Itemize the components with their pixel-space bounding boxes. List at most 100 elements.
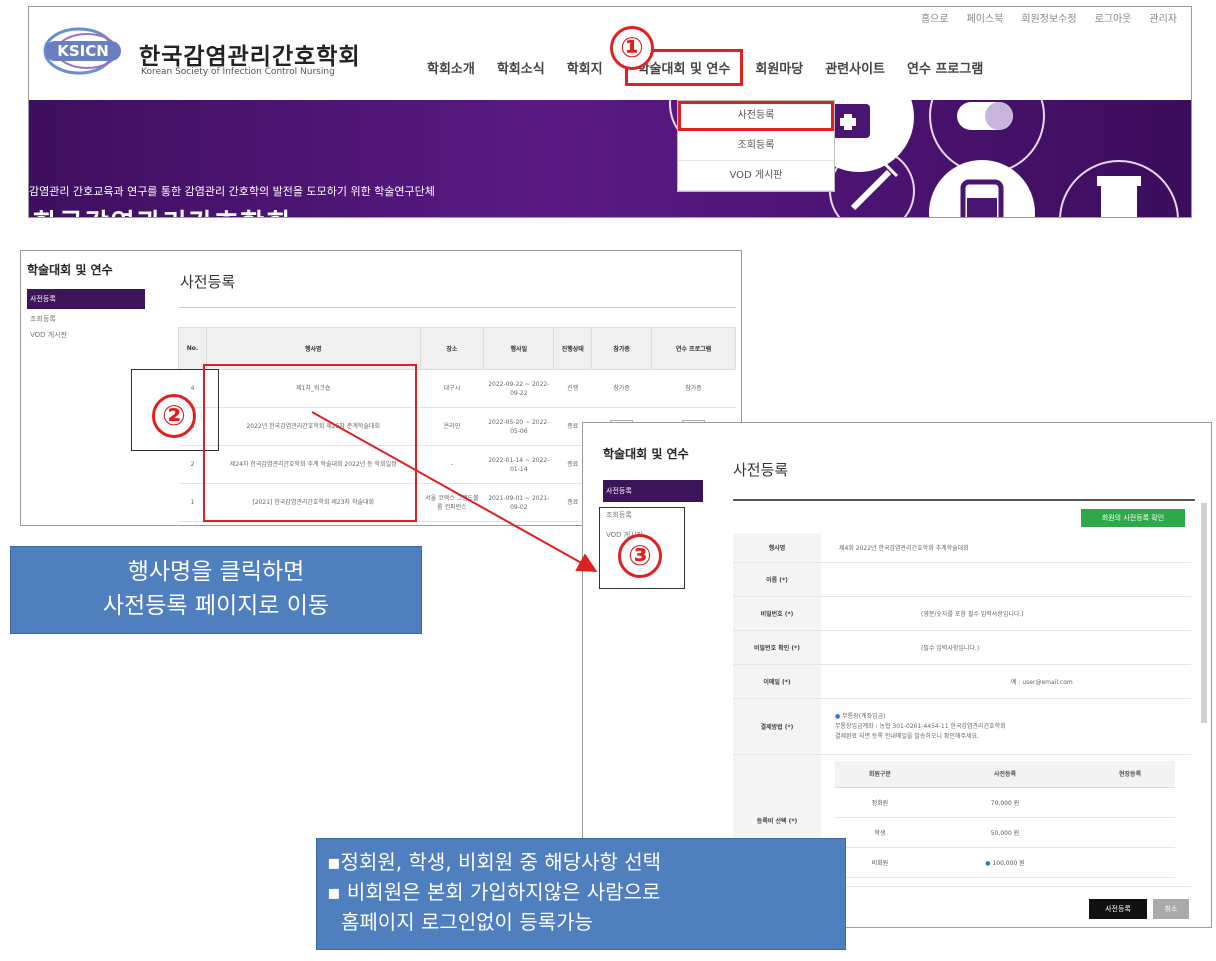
form-row-password-confirm: 비밀번호 확인 (*) (필수 입력사항입니다.) <box>733 631 1191 665</box>
row-program[interactable]: 참가증 <box>651 369 736 408</box>
fee-pre[interactable]: 70,000 원 <box>924 787 1086 818</box>
nav-news[interactable]: 학회소식 <box>497 58 545 77</box>
instruction-callout-2: ▪정회원, 학생, 비회원 중 해당사항 선택 ▪ 비회원은 본회 가입하지않은… <box>316 838 846 950</box>
field-label: 비밀번호 확인 (*) <box>733 631 821 664</box>
form-row-payment: 결제방법 (*) ● 무통장(계좌입금) 무통장입금계좌 : 농협 301-02… <box>733 699 1191 755</box>
step-3-marker: ③ <box>618 534 662 578</box>
dropdown-pre-registration[interactable]: 사전등록 <box>678 101 834 131</box>
cancel-button[interactable]: 취소 <box>1153 899 1189 919</box>
row-status: 진행 <box>553 369 592 408</box>
row-date: 2022-09-22 ~ 2022-09-22 <box>483 369 554 408</box>
callout-line: 행사명을 클릭하면 <box>127 559 305 585</box>
row-date: 2021-09-01 ~ 2021-09-02 <box>483 483 554 522</box>
site-name[interactable]: 한국감염관리간호학회 <box>139 37 361 71</box>
fee-type: 학생 <box>835 817 925 848</box>
fee-row[interactable]: 비회원 ● 100,000 원 <box>835 847 1175 878</box>
medicine-bottle-icon <box>1059 160 1179 217</box>
nav-related-sites[interactable]: 관련사이트 <box>825 58 885 77</box>
sidebar-item-vod[interactable]: VOD 게시판 <box>27 329 145 341</box>
fee-onsite <box>1085 787 1175 818</box>
site-name-en: Korean Society of Infection Control Nurs… <box>141 67 335 77</box>
field-label: 이메일 (*) <box>733 665 821 698</box>
utility-links: 홈으로 페이스북 회원정보수정 로그아웃 관리자 <box>921 10 1177 25</box>
row-place: 서울 코엑스 그랜드볼룸 컨퍼런스 <box>420 483 484 522</box>
fee-type: 비회원 <box>835 847 925 878</box>
event-name-highlight <box>203 364 417 522</box>
form-row-email: 이메일 (*) 예 : user@email.com <box>733 665 1191 699</box>
sidebar-title: 학술대회 및 연수 <box>27 263 113 277</box>
callout-line: ▪ 비회원은 본회 가입하지않은 사람으로 <box>327 880 661 904</box>
nav-training-program[interactable]: 연수 프로그램 <box>907 58 983 77</box>
col-program: 연수 프로그램 <box>651 327 736 370</box>
email-input[interactable]: 예 : user@email.com <box>821 665 1191 698</box>
callout-line: 사전등록 페이지로 이동 <box>102 593 330 619</box>
nav-about[interactable]: 학회소개 <box>427 58 475 77</box>
fee-onsite <box>1085 847 1175 878</box>
callout-line: 홈페이지 로그인없이 등록가능 <box>341 910 593 934</box>
hero-title: 한국감염관리간호학회 <box>33 203 292 217</box>
fee-row[interactable]: 정회원 70,000 원 <box>835 787 1175 818</box>
ksicn-logo[interactable]: KSICN <box>37 23 129 79</box>
nav-journal[interactable]: 학회지 <box>567 58 603 77</box>
page-title: 사전등록 <box>180 273 236 291</box>
iv-bag-icon <box>929 160 1035 217</box>
col-date: 행사일 <box>483 327 555 370</box>
sidebar-menu: 사전등록 조회등록 VOD 게시판 <box>27 289 145 345</box>
fee-row[interactable]: 학생 50,000 원 <box>835 817 1175 848</box>
fee-col-onsite: 현장등록 <box>1085 761 1175 788</box>
fee-pre[interactable]: 50,000 원 <box>924 817 1086 848</box>
sidebar-item-lookup[interactable]: 조회등록 <box>27 313 145 325</box>
instruction-callout-1: 행사명을 클릭하면 사전등록 페이지로 이동 <box>10 546 422 634</box>
main-navigation: 학회소개 학회소식 학회지 학술대회 및 연수 회원마당 관련사이트 연수 프로… <box>427 49 1005 86</box>
name-input[interactable] <box>821 563 1191 596</box>
check-registration-button[interactable]: 회원의 사전등록 확인 <box>1081 509 1185 527</box>
form-row-password: 비밀번호 (*) (영문/숫자를 포함 필수 입력사항입니다.) <box>733 597 1191 631</box>
site-header-screenshot: 홈으로 페이스북 회원정보수정 로그아웃 관리자 KSICN 한국감염관리간호학… <box>28 6 1192 218</box>
edit-profile-link[interactable]: 회원정보수정 <box>1021 10 1076 25</box>
payment-note: 무통장입금계좌 : 농협 301-0201-4454-11 한국감염관리간호학회 <box>835 722 1006 730</box>
field-label: 행사명 <box>733 533 821 562</box>
sidebar-item-pre-registration[interactable]: 사전등록 <box>603 480 703 502</box>
conference-dropdown: 사전등록 조회등록 VOD 게시판 <box>677 100 835 192</box>
scrollbar[interactable] <box>1201 503 1207 723</box>
row-date: 2022-01-14 ~ 2022-01-14 <box>483 445 554 484</box>
title-divider <box>178 307 736 308</box>
fee-pre[interactable]: ● 100,000 원 <box>924 847 1086 878</box>
col-certificate: 참가증 <box>591 327 653 370</box>
fee-header-row: 회원구분 사전등록 현장등록 <box>835 761 1175 788</box>
password-input[interactable]: (영문/숫자를 포함 필수 입력사항입니다.) <box>821 597 1191 630</box>
row-date: 2022-05-20 ~ 2022-05-06 <box>483 407 554 446</box>
home-link[interactable]: 홈으로 <box>921 10 949 25</box>
sidebar-item-pre-registration[interactable]: 사전등록 <box>27 289 145 309</box>
fee-table: 회원구분 사전등록 현장등록 정회원 70,000 원 학생 50,000 원 … <box>835 761 1175 878</box>
payment-options: ● 무통장(계좌입금) 무통장입금계좌 : 농협 301-0201-4454-1… <box>821 699 1191 754</box>
col-place: 장소 <box>419 327 485 370</box>
callout-line: ▪정회원, 학생, 비회원 중 해당사항 선택 <box>327 850 662 874</box>
fee-onsite <box>1085 817 1175 848</box>
fee-type: 정회원 <box>835 787 925 818</box>
field-label: 이름 (*) <box>733 563 821 596</box>
page-title: 사전등록 <box>733 461 789 479</box>
fee-pre-value: 100,000 원 <box>992 859 1025 867</box>
dropdown-vod-board[interactable]: VOD 게시판 <box>678 161 834 191</box>
payment-radio[interactable]: ● 무통장(계좌입금) <box>835 712 885 722</box>
dropdown-registration-lookup[interactable]: 조회등록 <box>678 131 834 161</box>
step-1-marker: ① <box>610 26 654 70</box>
form-row-name: 이름 (*) <box>733 563 1191 597</box>
event-name-value: 제4회 2022년 한국감염관리간호학회 추계학술대회 <box>839 545 969 552</box>
submit-button[interactable]: 사전등록 <box>1089 899 1147 919</box>
nav-members[interactable]: 회원마당 <box>755 58 803 77</box>
step-2-marker: ② <box>152 394 196 438</box>
payment-option-label: 무통장(계좌입금) <box>842 712 886 720</box>
svg-text:KSICN: KSICN <box>57 42 109 60</box>
admin-link[interactable]: 관리자 <box>1149 10 1177 25</box>
fee-options: 회원구분 사전등록 현장등록 정회원 70,000 원 학생 50,000 원 … <box>821 755 1191 886</box>
facebook-link[interactable]: 페이스북 <box>967 10 1004 25</box>
hero-description: 감염관리 간호교육과 연구를 통한 감염관리 간호학의 발전을 도모하기 위한 … <box>29 185 435 198</box>
row-certificate[interactable]: 참가증 <box>591 369 652 408</box>
logout-link[interactable]: 로그아웃 <box>1095 10 1132 25</box>
title-divider <box>733 499 1195 501</box>
row-place: 대구시 <box>420 369 484 408</box>
fee-col-pre: 사전등록 <box>924 761 1086 788</box>
password-confirm-input[interactable]: (필수 입력사항입니다.) <box>821 631 1191 664</box>
